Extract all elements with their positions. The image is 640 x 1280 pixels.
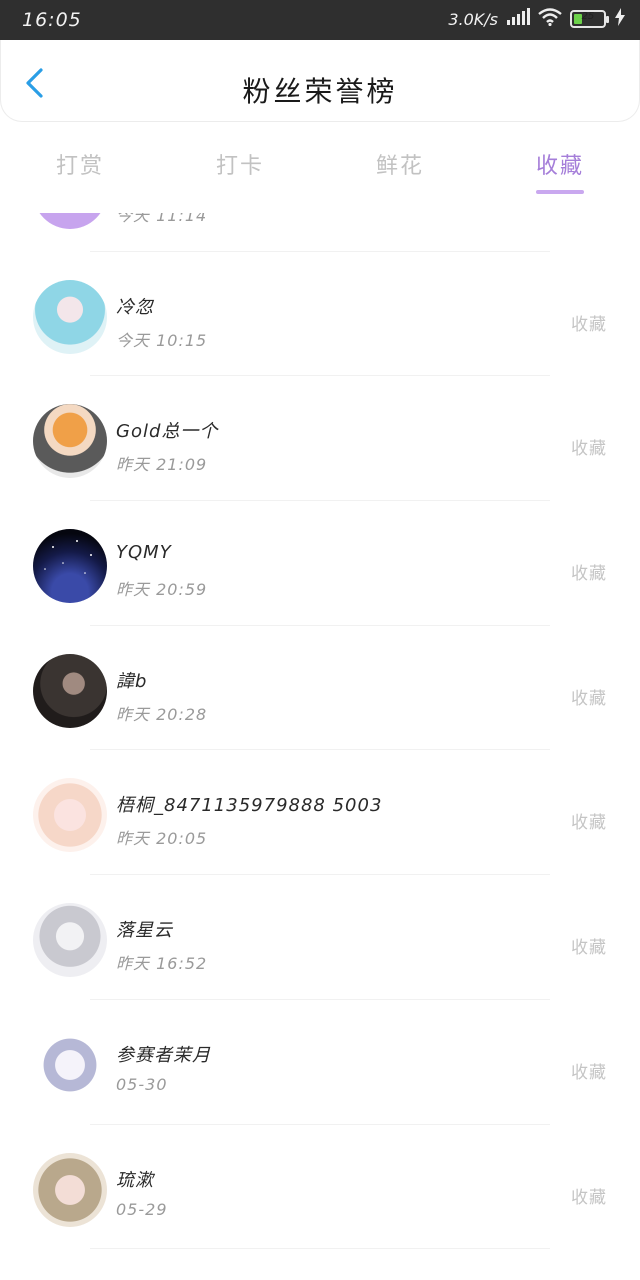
list-item[interactable]: 諱b 昨天 20:28 收藏 <box>0 626 640 751</box>
username: 落星云 <box>116 920 173 942</box>
divider <box>90 1248 550 1250</box>
list-item[interactable]: 落星云 昨天 16:52 收藏 <box>0 875 640 1000</box>
avatar <box>33 903 107 978</box>
tab-checkin[interactable]: 打卡 <box>160 140 320 196</box>
list-item[interactable]: 冷忽 今天 10:15 收藏 <box>0 252 640 377</box>
list-item[interactable]: 梧桐_8471135979888 5003 昨天 20:05 收藏 <box>0 750 640 876</box>
tab-label: 收藏 <box>535 154 584 179</box>
favorite-label: 收藏 <box>571 1187 607 1208</box>
list-item[interactable]: Gold总一个 昨天 21:09 收藏 <box>0 376 640 502</box>
tab-reward[interactable]: 打赏 <box>0 140 160 196</box>
list-item[interactable]: 参赛者茉月 05-30 收藏 <box>0 1000 640 1125</box>
favorite-label: 收藏 <box>571 688 607 709</box>
list-item[interactable]: 今天 11:14 收藏 <box>0 213 640 252</box>
fan-list-content: 今天 11:14 收藏 冷忽 今天 10:15 收藏 Gold总一个 昨天 21… <box>0 213 640 1250</box>
avatar <box>33 1152 107 1227</box>
charging-icon <box>614 8 626 30</box>
username: YQMY <box>116 542 172 564</box>
avatar <box>33 529 107 604</box>
tab-label: 打赏 <box>55 154 104 179</box>
timestamp: 05-30 <box>116 1074 168 1094</box>
timestamp: 05-29 <box>116 1199 168 1219</box>
avatar <box>33 778 107 853</box>
list-item[interactable]: YQMY 昨天 20:59 收藏 <box>0 501 640 626</box>
status-bar: 16:05 3.0K/s 25 <box>0 0 640 40</box>
favorite-label: 收藏 <box>571 439 607 460</box>
username: Gold总一个 <box>116 421 219 443</box>
signal-icon <box>506 8 530 30</box>
timestamp: 昨天 20:05 <box>116 829 208 849</box>
username: 冷忽 <box>116 296 154 318</box>
avatar <box>33 213 107 229</box>
timestamp: 今天 11:14 <box>116 213 208 225</box>
fan-list[interactable]: 今天 11:14 收藏 冷忽 今天 10:15 收藏 Gold总一个 昨天 21… <box>0 213 640 1280</box>
username: 諱b <box>116 670 148 692</box>
avatar <box>33 1027 107 1102</box>
username: 梧桐_8471135979888 5003 <box>116 795 383 817</box>
battery-level: 25 <box>581 11 595 22</box>
timestamp: 昨天 20:28 <box>116 704 208 724</box>
favorite-label: 收藏 <box>571 938 607 959</box>
status-time: 16:05 <box>22 9 82 31</box>
active-tab-indicator <box>536 190 584 194</box>
page-title: 粉丝荣誉榜 <box>242 75 398 108</box>
list-item[interactable]: 琉漱 05-29 收藏 <box>0 1125 640 1250</box>
tab-label: 打卡 <box>215 154 264 179</box>
tab-flowers[interactable]: 鲜花 <box>320 140 480 196</box>
avatar <box>33 279 107 354</box>
network-speed: 3.0K/s <box>448 9 498 29</box>
status-indicators: 3.0K/s 25 <box>448 8 626 30</box>
wifi-icon <box>538 8 562 30</box>
timestamp: 昨天 16:52 <box>116 954 208 974</box>
tab-label: 鲜花 <box>375 154 424 179</box>
avatar <box>33 404 107 479</box>
timestamp: 今天 10:15 <box>116 330 208 350</box>
timestamp: 昨天 21:09 <box>116 455 208 475</box>
favorite-label: 收藏 <box>571 564 607 585</box>
username: 参赛者茉月 <box>116 1044 211 1066</box>
favorite-label: 收藏 <box>571 1062 607 1083</box>
favorite-label: 收藏 <box>571 813 607 834</box>
avatar <box>33 653 107 728</box>
tab-favorites[interactable]: 收藏 <box>480 140 640 196</box>
top-bar: 粉丝荣誉榜 <box>0 40 640 122</box>
timestamp: 昨天 20:59 <box>116 580 208 600</box>
favorite-label: 收藏 <box>571 314 607 335</box>
battery-icon: 25 <box>570 10 609 28</box>
username: 琉漱 <box>116 1169 154 1191</box>
tab-bar: 打赏 打卡 鲜花 收藏 <box>0 140 640 196</box>
